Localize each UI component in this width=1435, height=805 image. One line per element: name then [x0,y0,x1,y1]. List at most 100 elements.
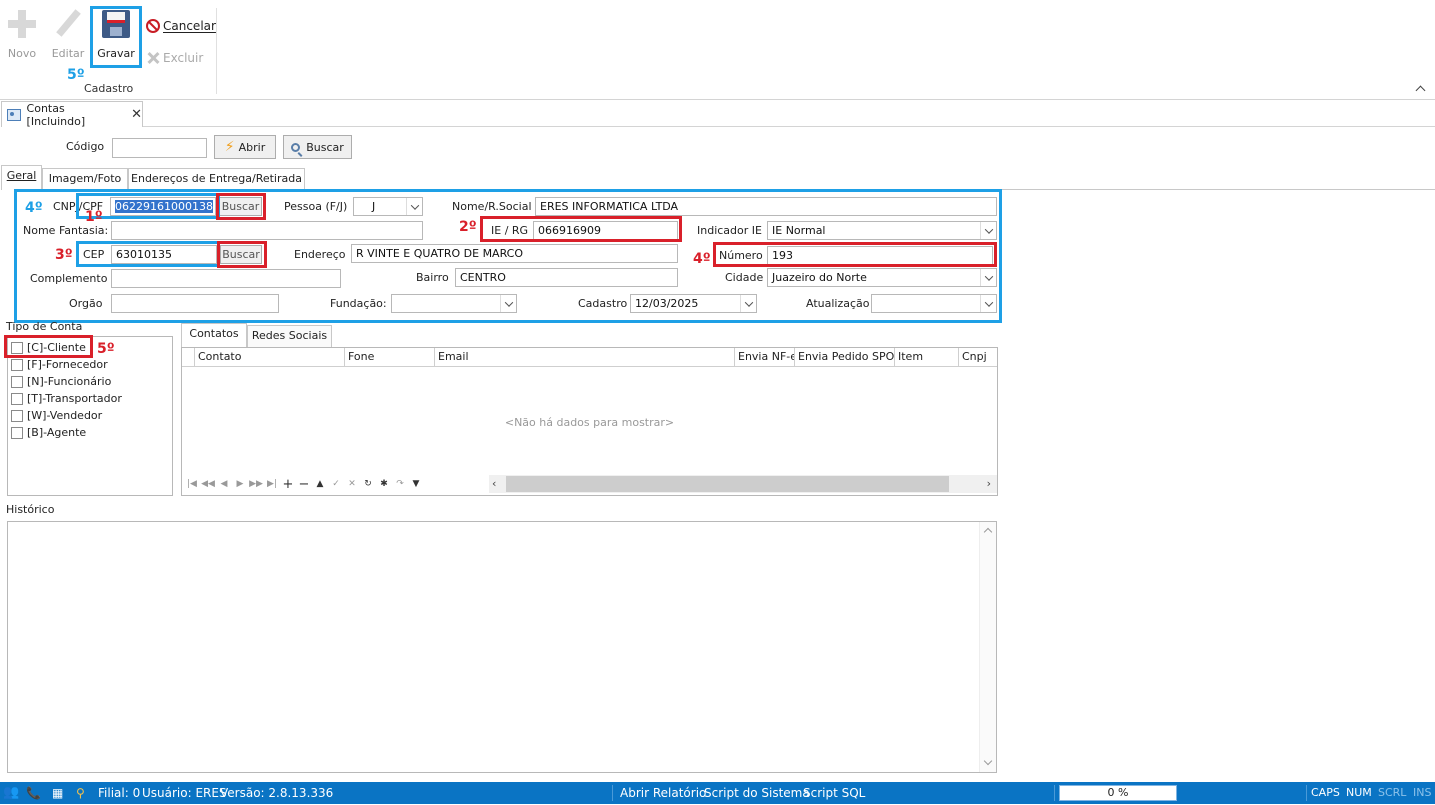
nav-bookmark-icon[interactable]: ✱ [376,477,392,491]
tab-enderecos[interactable]: Endereços de Entrega/Retirada [128,168,305,190]
cep-buscar-button[interactable]: Buscar [220,245,262,264]
nav-next-page-icon[interactable]: ▶▶ [248,477,264,491]
tab-geral[interactable]: Geral [1,165,42,190]
nav-filter-icon[interactable]: ▼ [408,477,424,491]
excluir-label: Excluir [163,51,204,65]
tipo-agente-checkbox[interactable]: [B]-Agente [11,425,86,441]
cidade-select[interactable]: Juazeiro do Norte [767,268,997,287]
tipo-transportador-checkbox[interactable]: [T]-Transportador [11,391,122,407]
col-envia-nfe[interactable]: Envia NF-e [735,348,795,366]
fantasia-label: Nome Fantasia: [23,224,109,237]
fundacao-select[interactable] [391,294,517,313]
nav-refresh-icon[interactable]: ↻ [360,477,376,491]
indicador-dropdown-icon[interactable] [980,222,996,239]
cidade-label: Cidade [725,271,764,284]
orgao-label: Orgão [69,297,103,310]
nav-delete-icon[interactable]: − [296,477,312,492]
col-item[interactable]: Item [895,348,959,366]
editar-button[interactable]: Editar [48,8,88,64]
tipo-funcionario-checkbox[interactable]: [N]-Funcionário [11,374,111,390]
tab-redes-label: Redes Sociais [251,329,328,342]
tipo-cliente-checkbox[interactable]: [C]-Cliente [11,340,86,356]
caps-indicator: CAPS [1311,786,1340,799]
close-icon[interactable]: ✕ [131,107,142,122]
grid-empty-text: <Não há dados para mostrar> [504,416,675,429]
pessoa-dropdown-icon[interactable] [406,198,422,215]
atualizacao-select[interactable] [871,294,997,313]
nav-last-icon[interactable]: ▶| [264,477,280,491]
document-tab[interactable]: Contas [Incluindo] ✕ [1,101,143,128]
tab-redes-sociais[interactable]: Redes Sociais [247,325,332,348]
fundacao-dropdown-icon[interactable] [500,295,516,312]
nome-label: Nome/R.Social [452,200,532,213]
nav-first-icon[interactable]: |◀ [184,477,200,491]
bairro-input[interactable]: CENTRO [455,268,678,287]
cidade-dropdown-icon[interactable] [980,269,996,286]
fantasia-input[interactable] [111,221,423,240]
script-sql-link[interactable]: Script SQL [803,781,865,805]
nome-input[interactable]: ERES INFORMATICA LTDA [535,197,997,216]
nav-prev-page-icon[interactable]: ◀◀ [200,477,216,491]
numero-input[interactable]: 193 [767,246,993,265]
tab-contatos[interactable]: Contatos [181,323,247,348]
nav-post-icon[interactable]: ✓ [328,477,344,491]
col-email[interactable]: Email [435,348,735,366]
tab-imagem-label: Imagem/Foto [48,172,122,185]
gravar-label: Gravar [97,47,135,60]
historico-textarea[interactable] [7,521,997,773]
novo-button[interactable]: Novo [2,8,42,64]
nav-prev-icon[interactable]: ◀ [216,477,232,491]
scrl-indicator: SCRL [1378,786,1407,799]
status-bar: 👥 📞 ▦ ⚲ Filial: 0 Usuário: ERES Versão: … [0,782,1435,804]
tab-imagem-foto[interactable]: Imagem/Foto [42,168,128,190]
scroll-up-icon[interactable] [983,527,993,537]
orgao-input[interactable] [111,294,279,313]
nav-next-icon[interactable]: ▶ [232,477,248,491]
grid-hscrollbar[interactable]: ‹ › [489,475,997,493]
historico-scrollbar[interactable] [979,522,996,772]
nav-goto-bookmark-icon[interactable]: ↷ [392,477,408,491]
scroll-right-icon[interactable]: › [987,477,991,490]
nav-insert-icon[interactable]: + [280,477,296,492]
nav-cancel-icon[interactable]: ✕ [344,477,360,491]
tab-contatos-label: Contatos [189,327,239,340]
cadastro-dropdown-icon[interactable] [740,295,756,312]
tipo-fornecedor-checkbox[interactable]: [F]-Fornecedor [11,357,108,373]
col-cnpj[interactable]: Cnpj [959,348,997,366]
pessoa-select[interactable]: J [353,197,423,216]
abrir-button[interactable]: ⚡ Abrir [214,135,276,159]
scroll-left-icon[interactable]: ‹ [492,477,496,490]
complemento-input[interactable] [111,269,341,288]
ie-input[interactable]: 066916909 [533,221,678,240]
col-contato[interactable]: Contato [195,348,345,366]
abrir-relatorio-link[interactable]: Abrir Relatório [620,781,706,805]
script-sistema-link[interactable]: Script do Sistema [704,781,810,805]
ribbon-collapse-icon[interactable] [1414,84,1426,96]
cep-input[interactable]: 63010135 [111,245,217,264]
calculator-icon[interactable]: ▦ [52,781,63,805]
excluir-button[interactable]: Excluir [146,50,203,66]
atualizacao-dropdown-icon[interactable] [980,295,996,312]
checkbox-box [11,359,23,371]
grid-header: Contato Fone Email Envia NF-e Envia Pedi… [182,348,997,367]
tabs-baseline [42,189,1435,190]
indicador-label: Indicador IE [697,224,762,237]
codigo-input[interactable] [112,138,207,158]
endereco-input[interactable]: R VINTE E QUATRO DE MARCO [351,244,678,263]
col-envia-pedido[interactable]: Envia Pedido SPO [795,348,895,366]
cadastro-select[interactable]: 12/03/2025 [630,294,757,313]
cancelar-button[interactable]: Cancelar [146,18,216,34]
indicador-select[interactable]: IE Normal [767,221,997,240]
gravar-button[interactable]: Gravar [93,6,139,66]
scroll-thumb[interactable] [506,476,949,492]
col-fone[interactable]: Fone [345,348,435,366]
buscar-button[interactable]: Buscar [283,135,352,159]
tipo-vendedor-checkbox[interactable]: [W]-Vendedor [11,408,102,424]
cnpj-buscar-button[interactable]: Buscar [219,197,262,216]
cnpj-input[interactable]: 06229161000138 [110,197,216,216]
nav-edit-icon[interactable]: ▲ [312,477,328,491]
step-2: 2º [459,219,477,235]
scroll-down-icon[interactable] [983,756,993,766]
cnpj-value: 06229161000138 [115,200,213,213]
delete-x-icon [146,51,160,65]
